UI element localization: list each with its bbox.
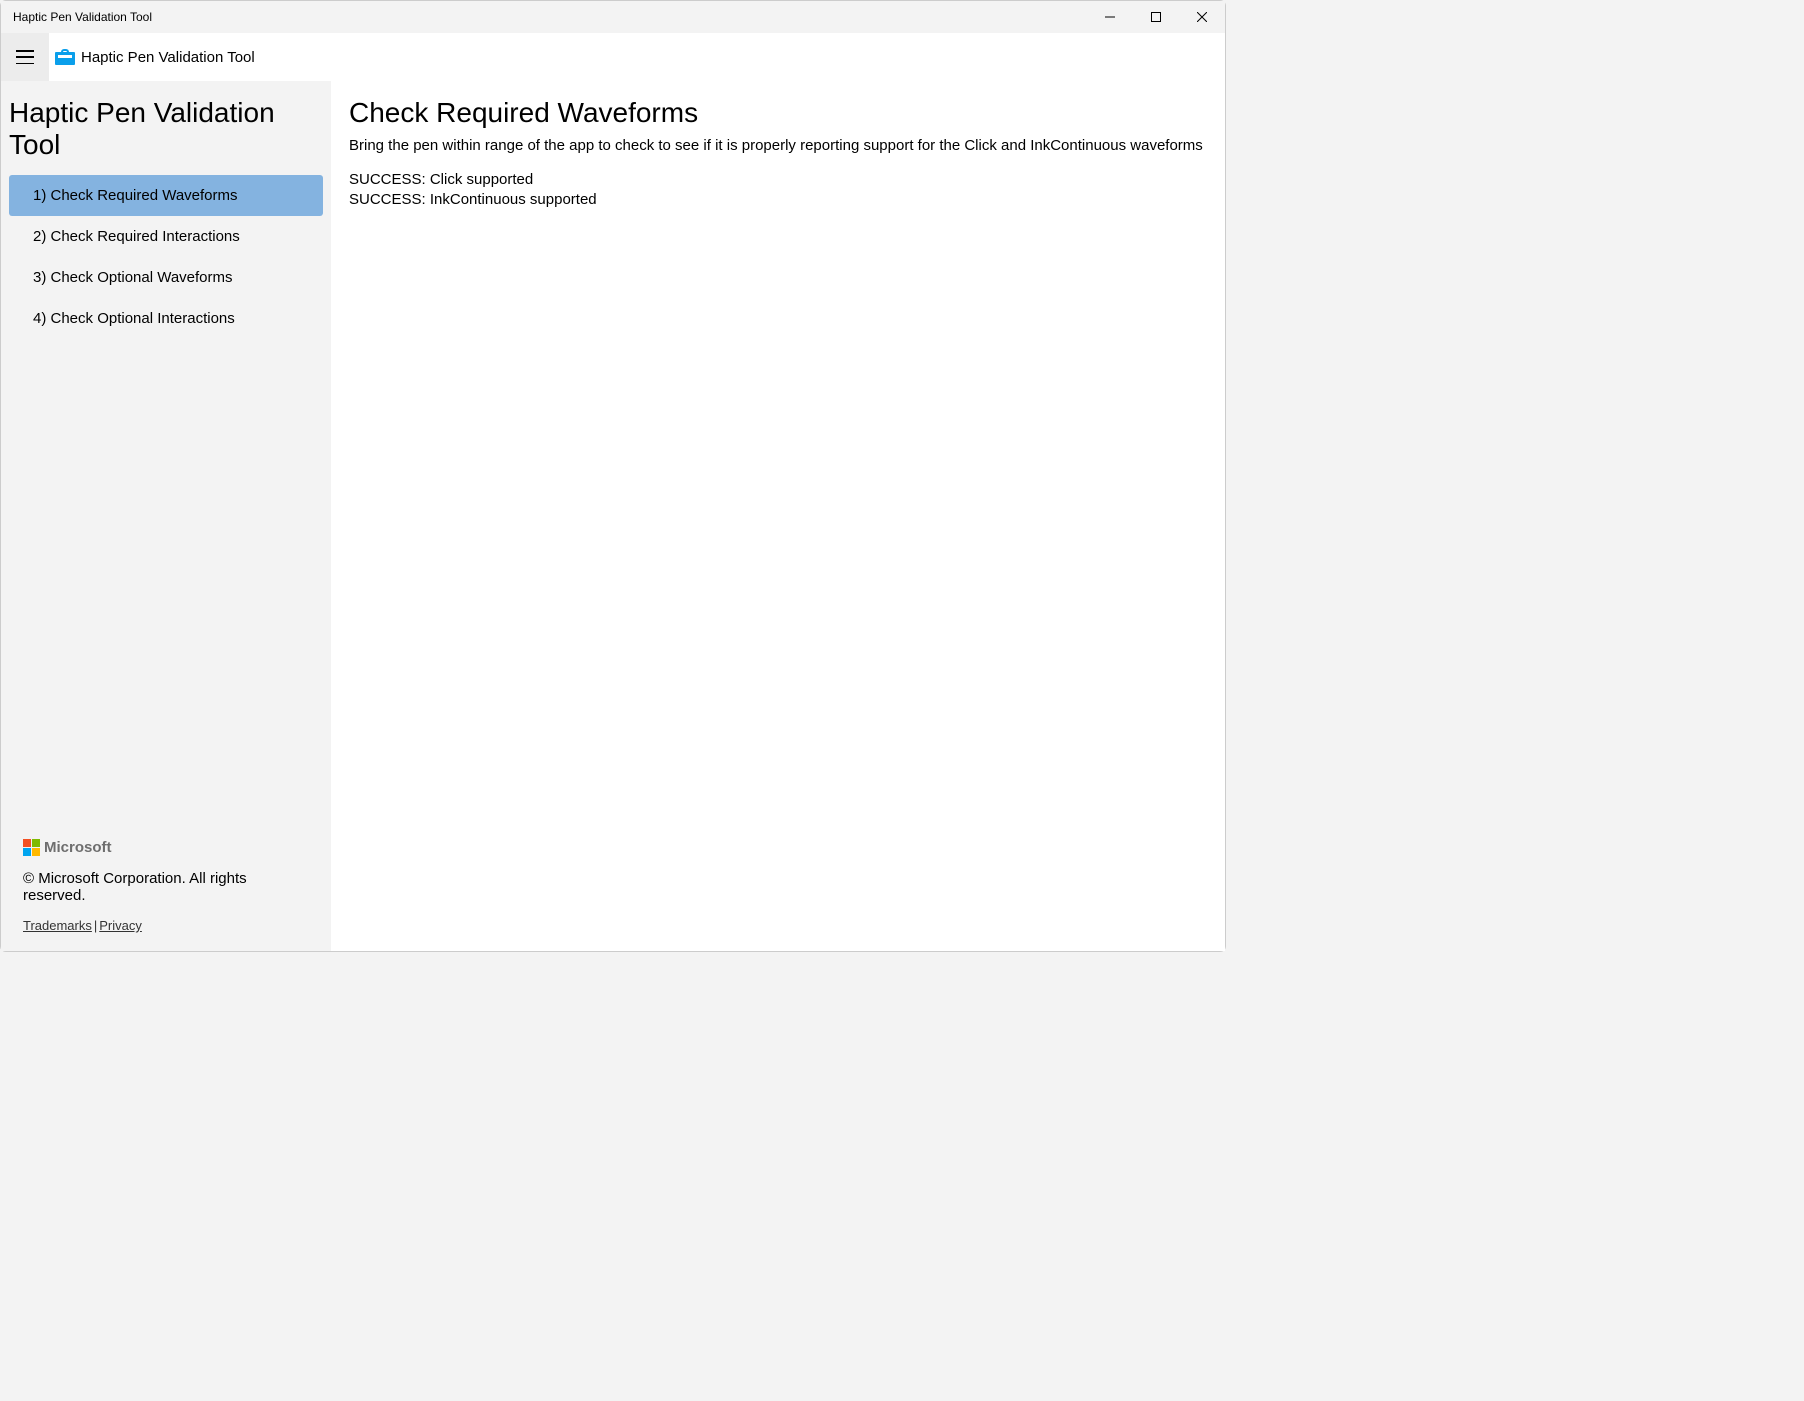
window-controls <box>1087 1 1225 33</box>
main-content: Check Required Waveforms Bring the pen w… <box>331 81 1225 951</box>
main-description: Bring the pen within range of the app to… <box>349 137 1207 154</box>
microsoft-logo: Microsoft <box>23 839 309 856</box>
minimize-icon <box>1105 12 1115 22</box>
result-line: SUCCESS: Click supported <box>349 170 1207 190</box>
footer-links: Trademarks|Privacy <box>23 918 309 933</box>
titlebar: Haptic Pen Validation Tool <box>1 1 1225 33</box>
close-icon <box>1197 12 1207 22</box>
maximize-icon <box>1151 12 1161 22</box>
sidebar-item-required-interactions[interactable]: 2) Check Required Interactions <box>9 216 323 257</box>
hamburger-icon <box>16 50 34 64</box>
minimize-button[interactable] <box>1087 1 1133 33</box>
sidebar: Haptic Pen Validation Tool 1) Check Requ… <box>1 81 331 951</box>
microsoft-logo-icon <box>23 839 40 856</box>
sidebar-item-label: 3) Check Optional Waveforms <box>33 269 233 286</box>
hamburger-button[interactable] <box>1 33 49 81</box>
sidebar-items: 1) Check Required Waveforms 2) Check Req… <box>1 175 331 831</box>
sidebar-item-optional-waveforms[interactable]: 3) Check Optional Waveforms <box>9 257 323 298</box>
trademarks-link[interactable]: Trademarks <box>23 918 92 933</box>
result-line: SUCCESS: InkContinuous supported <box>349 190 1207 210</box>
body-area: Haptic Pen Validation Tool 1) Check Requ… <box>1 81 1225 951</box>
microsoft-logo-text: Microsoft <box>44 839 112 856</box>
footer-separator: | <box>94 918 97 933</box>
header-bar: Haptic Pen Validation Tool <box>1 33 1225 81</box>
close-button[interactable] <box>1179 1 1225 33</box>
sidebar-item-label: 1) Check Required Waveforms <box>33 187 238 204</box>
app-toolbox-icon <box>55 49 75 65</box>
sidebar-item-label: 2) Check Required Interactions <box>33 228 240 245</box>
sidebar-title: Haptic Pen Validation Tool <box>1 91 331 175</box>
sidebar-item-optional-interactions[interactable]: 4) Check Optional Interactions <box>9 298 323 339</box>
main-heading: Check Required Waveforms <box>349 97 1207 129</box>
window-title: Haptic Pen Validation Tool <box>13 10 1087 24</box>
sidebar-item-required-waveforms[interactable]: 1) Check Required Waveforms <box>9 175 323 216</box>
sidebar-item-label: 4) Check Optional Interactions <box>33 310 235 327</box>
maximize-button[interactable] <box>1133 1 1179 33</box>
privacy-link[interactable]: Privacy <box>99 918 142 933</box>
copyright-text: © Microsoft Corporation. All rights rese… <box>23 870 309 904</box>
sidebar-footer: Microsoft © Microsoft Corporation. All r… <box>1 831 331 951</box>
header-app-title: Haptic Pen Validation Tool <box>81 49 255 66</box>
